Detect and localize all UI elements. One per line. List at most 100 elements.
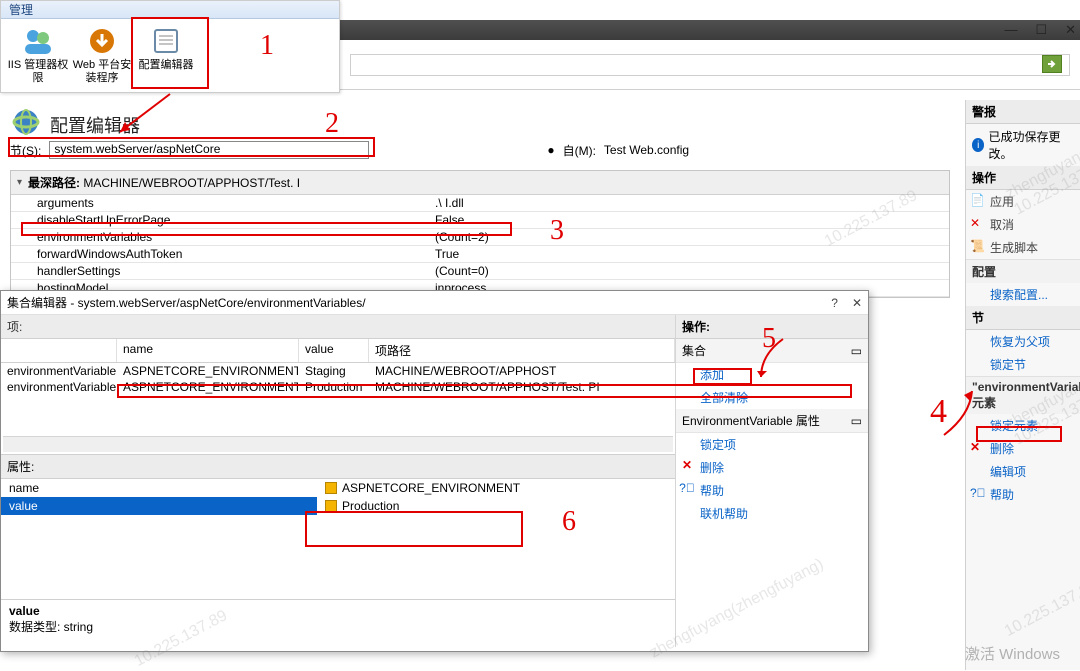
action-generate-script[interactable]: 📜生成脚本	[966, 236, 1080, 259]
action-revert-parent[interactable]: 恢复为父项	[966, 330, 1080, 353]
table-row-selected[interactable]: environmentVariable ASPNETCORE_ENVIRONME…	[1, 379, 675, 395]
ev-props-header: EnvironmentVariable 属性▭	[676, 409, 868, 433]
action-lock-section[interactable]: 锁定节	[966, 353, 1080, 376]
ribbon-label: 配置编辑器	[135, 59, 197, 72]
maximize-icon[interactable]: ☐	[1035, 22, 1047, 38]
action-help[interactable]: ?⃝帮助	[676, 479, 868, 502]
apply-icon: 📄	[970, 193, 984, 207]
description-pane: value 数据类型: string	[1, 599, 675, 647]
desc-title: value	[9, 604, 667, 618]
collapse-icon[interactable]: ▭	[851, 344, 862, 358]
window-controls: — ☐ ✕	[1004, 22, 1076, 38]
chevron-down-icon: ▾	[17, 177, 22, 188]
header-prefix: 最深路径:	[28, 174, 80, 191]
prop-row[interactable]: arguments.\ I.dll	[11, 195, 949, 212]
alerts-header: 警报	[966, 100, 1080, 124]
ribbon: 管理 IIS 管理器权限 Web 平台安装程序 配置编辑器	[0, 0, 340, 93]
x-icon: ✕	[970, 440, 984, 454]
prop-row[interactable]: disableStartUpErrorPageFalse	[11, 212, 949, 229]
globe-icon	[12, 108, 40, 136]
actions-header: 操作	[966, 166, 1080, 190]
ribbon-label: IIS 管理器权限	[7, 59, 69, 85]
title-bar	[340, 20, 1080, 40]
collapse-icon[interactable]: ▭	[851, 414, 862, 428]
grid-header[interactable]: ▾ 最深路径: MACHINE/WEBROOT/APPHOST/Test. I	[11, 171, 949, 195]
annotation-number: 2	[325, 108, 339, 140]
script-icon: 📜	[970, 239, 984, 253]
col-value[interactable]: value	[299, 339, 369, 362]
x-icon: ✕	[970, 216, 984, 230]
action-apply[interactable]: 📄应用	[966, 190, 1080, 213]
action-cancel[interactable]: ✕取消	[966, 213, 1080, 236]
modified-badge-icon	[325, 482, 337, 494]
collection-editor-dialog: 集合编辑器 - system.webServer/aspNetCore/envi…	[0, 290, 869, 652]
config-header: 配置	[966, 259, 1080, 283]
action-online-help[interactable]: 联机帮助	[676, 502, 868, 525]
action-search-config[interactable]: 搜索配置...	[966, 283, 1080, 306]
prop-row[interactable]: forwardWindowsAuthTokenTrue	[11, 246, 949, 263]
config-icon	[150, 25, 182, 57]
help-icon: ?⃝	[680, 481, 694, 495]
prop-name-row[interactable]: name ASPNETCORE_ENVIRONMENT	[1, 479, 675, 497]
ribbon-item-config-editor[interactable]: 配置编辑器	[135, 23, 197, 89]
action-help-sidebar[interactable]: ?⃝帮助	[966, 483, 1080, 506]
section-label: 节(S):	[6, 142, 41, 159]
action-clear-all[interactable]: 全部清除	[676, 386, 868, 409]
minimize-icon[interactable]: —	[1004, 22, 1017, 38]
help-icon: ?⃝	[970, 486, 984, 500]
from-dropdown[interactable]: Test Web.config	[604, 143, 689, 157]
action-add[interactable]: 添加	[676, 363, 868, 386]
element-header: "environmentVariable" 元素	[966, 376, 1080, 414]
column-headers: name value 项路径	[1, 339, 675, 363]
properties-header: 属性:	[1, 454, 675, 479]
dialog-left-pane: 项: name value 项路径 environmentVariable AS…	[1, 315, 676, 647]
ribbon-label: Web 平台安装程序	[71, 59, 133, 85]
users-icon	[22, 25, 54, 57]
dialog-actions-pane: 操作: 集合▭ 添加 全部清除 EnvironmentVariable 属性▭ …	[676, 315, 868, 647]
modified-badge-icon	[325, 500, 337, 512]
download-icon	[86, 25, 118, 57]
windows-activation-text: 激活 Windows	[965, 643, 1060, 664]
col-path[interactable]: 项路径	[369, 339, 675, 362]
desc-body: 数据类型: string	[9, 618, 667, 635]
go-button[interactable]	[1042, 55, 1062, 73]
from-label: 自(M):	[563, 142, 596, 159]
bullet-icon: ●	[547, 143, 554, 157]
action-edit-item[interactable]: 编辑项	[966, 460, 1080, 483]
section-header: 节	[966, 306, 1080, 330]
action-delete-element[interactable]: ✕删除	[966, 437, 1080, 460]
prop-row-environment-variables[interactable]: environmentVariables(Count=2)	[11, 229, 949, 246]
actions-header: 操作:	[676, 315, 868, 339]
address-input[interactable]	[350, 54, 1070, 76]
right-sidebar: 警报 i 已成功保存更改。 操作 📄应用 ✕取消 📜生成脚本 配置 搜索配置..…	[965, 100, 1080, 670]
items-header: 项:	[1, 315, 675, 339]
help-icon[interactable]: ?	[831, 296, 838, 310]
col-name[interactable]: name	[117, 339, 299, 362]
close-icon[interactable]: ✕	[852, 296, 862, 310]
alert-message: i 已成功保存更改。	[966, 124, 1080, 166]
table-row[interactable]: environmentVariable ASPNETCORE_ENVIRONME…	[1, 363, 675, 379]
prop-row[interactable]: handlerSettings(Count=0)	[11, 263, 949, 280]
horizontal-scrollbar[interactable]	[3, 436, 673, 452]
dialog-title: 集合编辑器 - system.webServer/aspNetCore/envi…	[7, 294, 366, 311]
properties-pane: name ASPNETCORE_ENVIRONMENT value Produc…	[1, 479, 675, 599]
x-icon: ✕	[680, 458, 694, 472]
collection-header: 集合▭	[676, 339, 868, 363]
action-lock-item[interactable]: 锁定项	[676, 433, 868, 456]
action-lock-element[interactable]: 锁定元素	[966, 414, 1080, 437]
annotation-number: 4	[930, 393, 947, 431]
action-delete[interactable]: ✕删除	[676, 456, 868, 479]
info-icon: i	[972, 138, 984, 152]
ribbon-tab[interactable]: 管理	[1, 1, 339, 19]
header-path: MACHINE/WEBROOT/APPHOST/Test. I	[83, 176, 300, 190]
close-icon[interactable]: ✕	[1065, 22, 1076, 38]
prop-value-row[interactable]: value Production	[1, 497, 675, 515]
page-title: 配置编辑器	[50, 112, 140, 138]
dialog-title-bar: 集合编辑器 - system.webServer/aspNetCore/envi…	[1, 291, 868, 315]
ribbon-item-iis-permissions[interactable]: IIS 管理器权限	[7, 23, 69, 89]
items-table: name value 项路径 environmentVariable ASPNE…	[1, 339, 675, 434]
ribbon-item-web-platform[interactable]: Web 平台安装程序	[71, 23, 133, 89]
section-dropdown[interactable]: system.webServer/aspNetCore	[49, 141, 369, 159]
property-grid: ▾ 最深路径: MACHINE/WEBROOT/APPHOST/Test. I …	[10, 170, 950, 298]
address-bar	[340, 40, 1080, 90]
